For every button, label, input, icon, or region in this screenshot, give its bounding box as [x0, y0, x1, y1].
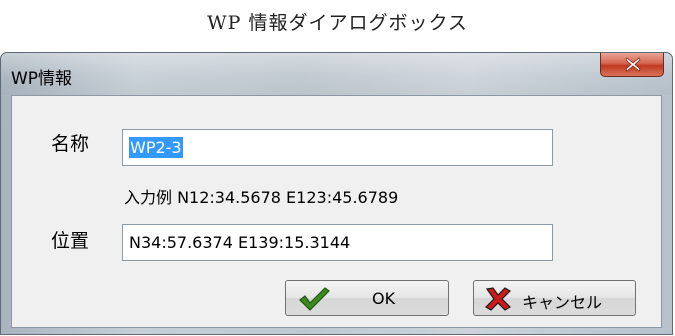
input-example-hint: 入力例 N12:34.5678 E123:45.6789	[124, 188, 399, 207]
name-label: 名称	[51, 133, 90, 155]
wp-info-dialog: WP情報 名称 WP2-3 入力例 N12:34.5678 E123:45.67…	[0, 52, 673, 335]
position-input-value: N34:57.6374 E139:15.3144	[129, 233, 351, 252]
title-bar[interactable]: WP情報	[1, 53, 672, 95]
checkmark-icon	[299, 287, 330, 311]
close-button[interactable]	[600, 53, 664, 77]
cancel-label: キャンセル	[522, 293, 603, 312]
ok-button[interactable]: OK	[285, 280, 449, 316]
position-input[interactable]: N34:57.6374 E139:15.3144	[122, 224, 553, 261]
close-icon	[625, 57, 641, 72]
figure-caption: WP 情報ダイアログボックス	[207, 12, 468, 34]
x-mark-icon	[485, 287, 511, 311]
name-input-value: WP2-3	[129, 137, 183, 158]
dialog-title: WP情報	[11, 69, 73, 89]
position-label: 位置	[51, 230, 90, 252]
name-input[interactable]: WP2-3	[122, 129, 553, 166]
ok-label: OK	[372, 289, 396, 308]
cancel-button[interactable]: キャンセル	[473, 280, 636, 316]
dialog-client-area: 名称 WP2-3 入力例 N12:34.5678 E123:45.6789 位置…	[11, 95, 662, 328]
